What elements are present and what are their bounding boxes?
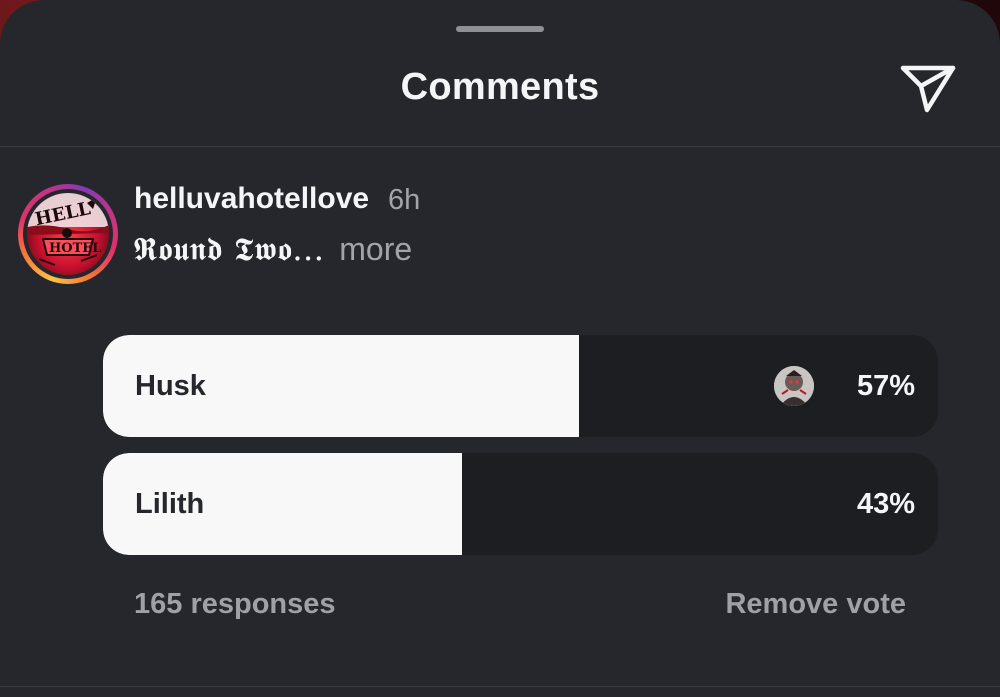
sheet-title: Comments <box>400 66 600 108</box>
poll-option-lilith[interactable]: Lilith 43% <box>103 453 938 555</box>
caption-text: 𝕽𝖔𝖚𝖓𝖉 𝕿𝖜𝖔... <box>133 230 325 268</box>
paper-plane-icon <box>900 65 956 113</box>
comments-sheet: Comments HELL HOTEL helluvahotellove 6h … <box>0 0 1000 697</box>
sheet-drag-handle[interactable] <box>456 26 544 32</box>
hazbin-hotel-logo-avatar: HELL HOTEL <box>27 193 109 275</box>
share-button[interactable] <box>896 58 960 118</box>
footer-divider <box>0 686 1000 687</box>
poll-option-label: Lilith <box>135 488 205 520</box>
avatar-logo-graphic: HELL HOTEL <box>27 193 109 275</box>
post-caption: 𝕽𝖔𝖚𝖓𝖉 𝕿𝖜𝖔... more <box>133 230 412 269</box>
caption-more-link[interactable]: more <box>339 231 412 267</box>
svg-text:HOTEL: HOTEL <box>49 241 101 256</box>
post-avatar-story-ring[interactable]: HELL HOTEL <box>18 184 118 284</box>
header-divider <box>0 146 1000 147</box>
post-username[interactable]: helluvahotellove <box>134 182 369 216</box>
avatar-gap: HELL HOTEL <box>23 189 113 279</box>
poll-option-percent: 43% <box>856 488 915 520</box>
voter-avatar <box>774 366 814 406</box>
poll-option-label: Husk <box>135 370 206 402</box>
poll-responses-count[interactable]: 165 responses <box>134 588 336 621</box>
voter-avatar-graphic <box>774 366 814 406</box>
remove-vote-button[interactable]: Remove vote <box>725 588 906 621</box>
poll-option-husk[interactable]: Husk 57% <box>103 335 938 437</box>
post-timestamp: 6h <box>388 184 421 216</box>
poll-option-percent: 57% <box>856 370 915 402</box>
